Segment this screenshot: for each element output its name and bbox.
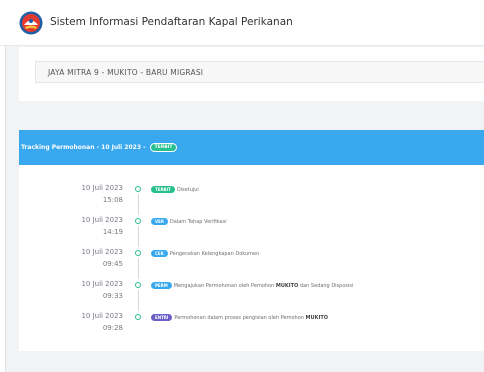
timeline-line	[138, 194, 139, 215]
timeline-line	[138, 290, 139, 311]
timeline-dot	[135, 218, 141, 224]
timeline-badge: VER	[151, 218, 168, 225]
tracking-title: Tracking Permohonan - 10 Juli 2023 - TER…	[21, 143, 178, 152]
timeline-text: dan Sedang Disposisi	[299, 283, 354, 289]
timeline-date: 10 Juli 2023	[81, 280, 123, 288]
timeline-time: 09:28	[102, 324, 123, 332]
timeline-badge: TERBIT	[151, 186, 175, 193]
timeline-text: Disetujui	[176, 187, 199, 193]
sidebar-edge	[0, 46, 6, 372]
timeline-date: 10 Juli 2023	[81, 216, 123, 224]
tracking-title-text: Tracking Permohonan - 10 Juli 2023 -	[21, 144, 146, 151]
timeline-badge: CEK	[151, 250, 168, 257]
timeline-time: 14:19	[102, 228, 123, 236]
vessel-select-field[interactable]: JAYA MITRA 9 - MUKITO - BARU MIGRASI	[35, 61, 484, 83]
timeline-entry: PERM Mengajukan Permohonan oleh Pemohon M…	[151, 282, 353, 289]
timeline-dot	[135, 186, 141, 192]
tracking-card: Tracking Permohonan - 10 Juli 2023 - TER…	[19, 130, 484, 351]
timeline-date: 10 Juli 2023	[81, 312, 123, 320]
timeline-entry: VER Dalam Tahap Verifikasi	[151, 218, 227, 225]
timeline-dot	[135, 282, 141, 288]
timeline-line	[138, 226, 139, 247]
timeline-text: Dalam Tahap Verifikasi	[169, 219, 227, 225]
timeline-dot	[135, 250, 141, 256]
timeline-dot	[135, 314, 141, 320]
status-badge: TERBIT	[149, 143, 178, 152]
timeline-time: 09:45	[102, 260, 123, 268]
selection-card: JAYA MITRA 9 - MUKITO - BARU MIGRASI	[19, 47, 484, 101]
timeline-badge: PERM	[151, 282, 172, 289]
timeline-date: 10 Juli 2023	[81, 184, 123, 192]
fisheries-emblem-icon[interactable]	[19, 11, 43, 35]
timeline-time: 09:33	[102, 292, 123, 300]
timeline-entry: TERBIT Disetujui	[151, 186, 199, 193]
timeline-text: Pengecekan Kelengkapan Dokumen	[169, 251, 260, 257]
timeline-text: Permohonan dalam proses pengisian oleh P…	[174, 315, 304, 321]
timeline-applicant-name: MUKITO	[275, 283, 299, 289]
app-header: Sistem Informasi Pendaftaran Kapal Perik…	[0, 0, 484, 46]
timeline-applicant-name: MUKITO	[305, 315, 328, 321]
timeline-entry: CEK Pengecekan Kelengkapan Dokumen	[151, 250, 259, 257]
app-title: Sistem Informasi Pendaftaran Kapal Perik…	[50, 16, 293, 28]
timeline-badge: ENTRI	[151, 314, 173, 321]
tracking-header: Tracking Permohonan - 10 Juli 2023 - TER…	[19, 130, 484, 165]
timeline-date: 10 Juli 2023	[81, 248, 123, 256]
timeline-line	[138, 258, 139, 279]
timeline-text: Mengajukan Permohonan oleh Pemohon	[173, 283, 275, 289]
timeline-time: 15:08	[102, 196, 123, 204]
timeline-entry: ENTRI Permohonan dalam proses pengisian o…	[151, 314, 328, 321]
